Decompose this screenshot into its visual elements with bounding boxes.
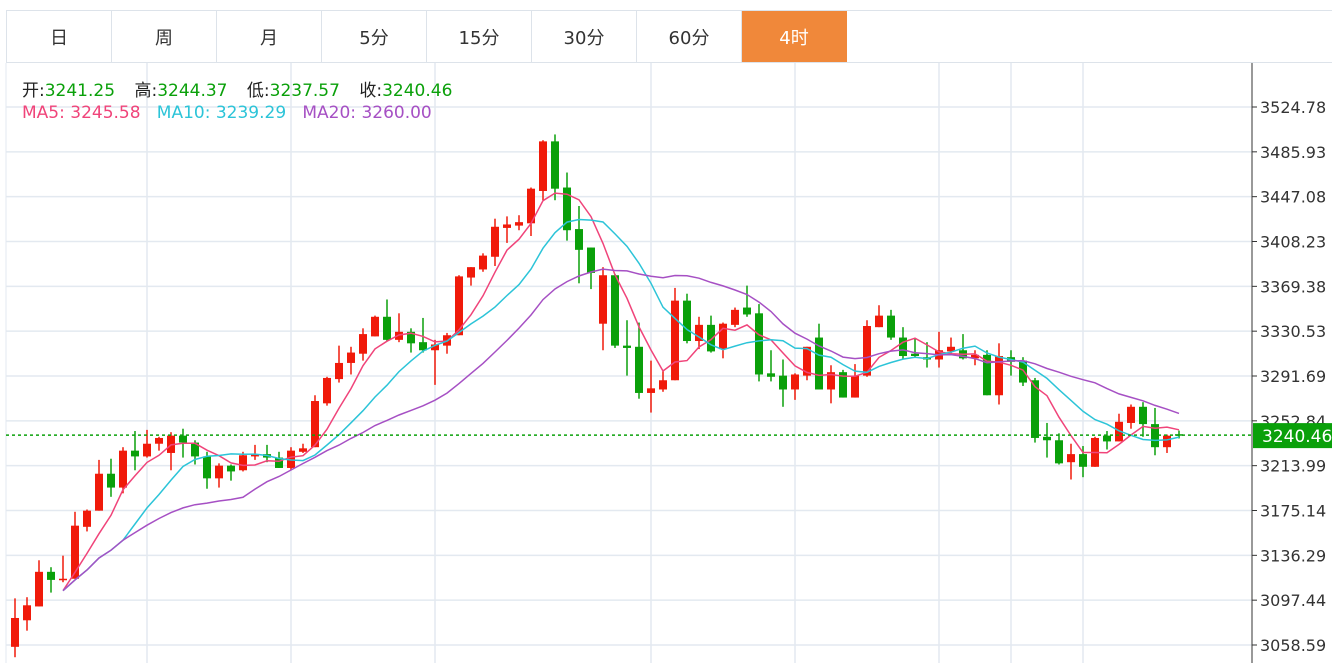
y-tick-label: 3524.78 [1260, 98, 1326, 117]
high-value: 3244.37 [157, 81, 228, 101]
candle-body [887, 315, 895, 338]
y-tick-label: 3291.69 [1260, 367, 1326, 386]
y-tick-label: 3136.29 [1260, 546, 1326, 565]
candle-body [671, 300, 679, 381]
grid [5, 63, 1252, 663]
candle-body [503, 224, 511, 228]
close-label: 收: [359, 81, 383, 101]
candle-body [647, 388, 655, 393]
candle-body [335, 362, 343, 380]
candle-body [635, 346, 643, 393]
candle-body [35, 571, 43, 607]
candle-body [611, 275, 619, 346]
candle-body [203, 456, 211, 479]
ma5-value: 3245.58 [70, 103, 141, 123]
low-label: 低: [246, 81, 270, 101]
ma10-legend: MA10: 3239.29 [157, 103, 286, 123]
y-tick-label: 3213.99 [1260, 457, 1326, 476]
candle-body [1163, 435, 1171, 448]
y-tick-label: 3175.14 [1260, 501, 1326, 520]
y-tick-label: 3447.08 [1260, 188, 1326, 207]
candle-body [131, 450, 139, 457]
candle-body [1067, 454, 1075, 463]
candle-body [155, 437, 163, 444]
candle-body [467, 267, 475, 278]
candle-body [719, 323, 727, 350]
candle-body [587, 247, 595, 273]
candle-body [599, 275, 607, 324]
ma5-label: MA5: [22, 103, 65, 123]
candle-body [1079, 454, 1087, 467]
candle-body [791, 374, 799, 390]
last-price-label: 3240.46 [1262, 427, 1332, 447]
candle-body [83, 510, 91, 527]
candle-body [623, 345, 631, 348]
candle-body [383, 316, 391, 340]
ma10-label: MA10: [156, 103, 211, 123]
candle-body [299, 448, 307, 452]
candle-body [479, 255, 487, 270]
open-label: 开: [22, 81, 45, 101]
candle-body [1139, 406, 1147, 425]
candle-body [875, 315, 883, 328]
candle-body [539, 141, 547, 191]
candle-body [143, 443, 151, 457]
candle-body [491, 226, 499, 257]
candle-body [227, 465, 235, 472]
candle-body [683, 300, 691, 342]
candle-body [551, 141, 559, 189]
candle-body [515, 222, 523, 226]
low-value: 3237.57 [269, 81, 340, 101]
candle-body [323, 377, 331, 404]
candle-body [215, 465, 223, 479]
candle-body [95, 473, 103, 511]
candle-body [731, 309, 739, 325]
candle-body [11, 617, 19, 647]
candle-body [779, 375, 787, 390]
candle-body [911, 353, 919, 357]
ma20-value: 3260.00 [361, 103, 432, 123]
candle-body [347, 352, 355, 363]
ma20-legend: MA20: 3260.00 [302, 103, 431, 123]
candle-body [179, 435, 187, 443]
open-value: 3241.25 [44, 81, 116, 101]
candle-body [755, 313, 763, 375]
candle-body [743, 307, 751, 315]
candle-body [59, 578, 67, 581]
candle-body [119, 450, 127, 488]
candle-body [851, 375, 859, 398]
candles [11, 134, 1183, 658]
candle-body [239, 455, 247, 471]
ohlc-legend: 开:3241.25 高:3244.37 低:3237.57 收:3240.46 [22, 76, 466, 101]
candle-body [371, 316, 379, 337]
candle-body [767, 373, 775, 377]
y-tick-label: 3408.23 [1260, 233, 1326, 252]
ma20-label: MA20: [302, 103, 357, 123]
y-tick-label: 3485.93 [1260, 143, 1326, 162]
y-tick-label: 3330.53 [1260, 322, 1326, 341]
high-label: 高: [134, 81, 158, 101]
ma10-value: 3239.29 [215, 103, 287, 123]
candle-body [1127, 406, 1135, 423]
candle-body [899, 337, 907, 357]
y-tick-label: 3369.38 [1260, 277, 1326, 296]
candle-body [23, 605, 31, 621]
candle-body [359, 334, 367, 354]
ma5-legend: MA5: 3245.58 [22, 103, 141, 123]
y-tick-label: 3097.44 [1260, 591, 1326, 610]
candle-body [707, 324, 715, 352]
candle-body [47, 571, 55, 580]
ma-legend: MA5: 3245.58 MA10: 3239.29 MA20: 3260.00 [22, 103, 432, 123]
y-tick-label: 3058.59 [1260, 636, 1326, 655]
candle-body [659, 380, 667, 390]
candle-body [1055, 440, 1063, 464]
candle-body [575, 229, 583, 250]
candle-body [1103, 435, 1111, 442]
candle-body [1043, 436, 1051, 441]
candle-body [107, 473, 115, 488]
y-axis-ticks: 3524.78 3485.93 3447.08 3408.23 3369.38 3330.… [1252, 98, 1326, 655]
candle-body [71, 525, 79, 579]
close-value: 3240.46 [382, 81, 453, 101]
